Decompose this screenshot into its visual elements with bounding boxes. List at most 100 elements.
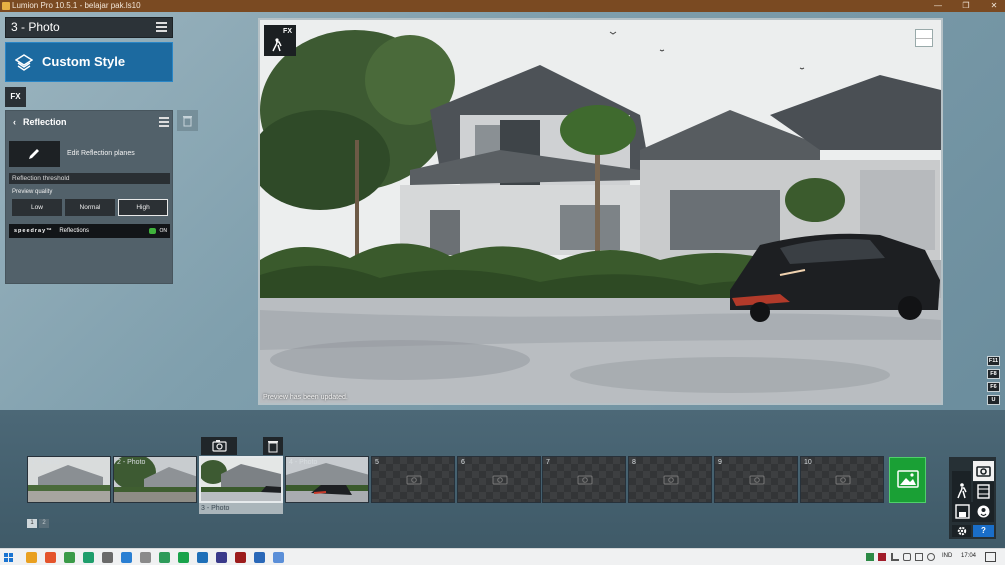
mode-panel: ? bbox=[949, 457, 996, 539]
taskbar-app-icon[interactable] bbox=[178, 552, 189, 563]
camera-icon bbox=[406, 475, 422, 485]
photo-header[interactable]: 3 - Photo bbox=[5, 17, 173, 38]
taskbar-app-icon[interactable] bbox=[159, 552, 170, 563]
scene-render bbox=[260, 20, 941, 403]
fx-badge-label: FX bbox=[283, 28, 292, 35]
settings-button[interactable] bbox=[952, 525, 971, 537]
shortcut-f11[interactable]: F11 bbox=[987, 356, 1000, 366]
slot-number: 9 bbox=[718, 459, 722, 466]
camera-icon bbox=[492, 475, 508, 485]
quality-high-button[interactable]: High bbox=[118, 199, 168, 216]
taskbar-app-icon[interactable] bbox=[140, 552, 151, 563]
taskbar-app-icon[interactable] bbox=[121, 552, 132, 563]
photo-slot-1[interactable]: 1 - Photo bbox=[27, 456, 111, 503]
minimize-button[interactable]: — bbox=[931, 0, 945, 12]
render-preview-viewport[interactable]: FX Preview has been updated. bbox=[258, 18, 943, 405]
tray-app-icon[interactable] bbox=[878, 553, 886, 561]
quality-normal-button[interactable]: Normal bbox=[65, 199, 115, 216]
help-button[interactable]: ? bbox=[973, 525, 994, 537]
windows-start-icon[interactable] bbox=[4, 553, 13, 562]
render-photo-button[interactable] bbox=[889, 457, 926, 503]
taskbar-app-icon[interactable] bbox=[254, 552, 265, 563]
taskbar-app-icon[interactable] bbox=[64, 552, 75, 563]
photo-slot-4[interactable]: 4 - Photo bbox=[285, 456, 369, 503]
quality-low-button[interactable]: Low bbox=[12, 199, 62, 216]
volume-icon[interactable] bbox=[927, 553, 935, 561]
taskbar-app-icon[interactable] bbox=[102, 552, 113, 563]
delete-effect-button[interactable] bbox=[177, 110, 198, 131]
system-clock[interactable]: 17:04 bbox=[961, 553, 976, 559]
fx-button[interactable]: FX bbox=[5, 87, 26, 107]
taskbar-app-icon[interactable] bbox=[216, 552, 227, 563]
input-language[interactable]: IND bbox=[942, 553, 952, 559]
walking-person-icon bbox=[272, 38, 282, 52]
slot-number: 8 bbox=[632, 459, 636, 466]
taskbar-app-icon[interactable] bbox=[45, 552, 56, 563]
photo-slot-2[interactable]: 2 - Photo bbox=[113, 456, 197, 503]
edit-reflection-planes-label: Edit Reflection planes bbox=[67, 150, 135, 157]
viewport-aspect-toggle[interactable] bbox=[915, 29, 933, 47]
fx-badge[interactable]: FX bbox=[264, 25, 296, 56]
photo-slot-10[interactable]: 10 bbox=[800, 456, 884, 503]
slot-number: 5 bbox=[375, 459, 379, 466]
delete-photo-button[interactable] bbox=[263, 437, 283, 455]
page-2-button[interactable]: 2 bbox=[39, 519, 49, 528]
notification-center-icon[interactable] bbox=[985, 552, 996, 562]
movie-mode-button[interactable] bbox=[973, 482, 994, 502]
photo-slot-5[interactable]: 5 bbox=[371, 456, 455, 503]
camera-icon bbox=[577, 475, 593, 485]
close-button[interactable]: ✕ bbox=[987, 0, 1001, 12]
reflection-threshold-slider[interactable]: Reflection threshold bbox=[9, 173, 170, 184]
wifi-icon[interactable] bbox=[915, 553, 923, 561]
hamburger-menu-icon[interactable] bbox=[159, 117, 169, 129]
taskbar-app-icon[interactable] bbox=[197, 552, 208, 563]
reflection-title: Reflection bbox=[23, 117, 67, 127]
shortcut-f6[interactable]: F6 bbox=[987, 382, 1000, 392]
photo-slot-7[interactable]: 7 bbox=[542, 456, 626, 503]
photo-slot-3[interactable] bbox=[199, 456, 283, 503]
taskbar-app-icon[interactable] bbox=[235, 552, 246, 563]
custom-style-label: Custom Style bbox=[42, 54, 126, 69]
chevron-up-icon[interactable] bbox=[891, 553, 899, 561]
take-photo-button[interactable] bbox=[201, 437, 237, 455]
slot-number: 6 bbox=[461, 459, 465, 466]
camera-icon bbox=[663, 475, 679, 485]
shortcut-f8[interactable]: F8 bbox=[987, 369, 1000, 379]
slot-number: 2 - Photo bbox=[117, 459, 146, 466]
save-button[interactable] bbox=[952, 502, 973, 522]
slot-number: 1 - Photo bbox=[31, 459, 60, 466]
chevron-left-icon[interactable]: ‹ bbox=[13, 111, 16, 133]
photo-slot-6[interactable]: 6 bbox=[457, 456, 541, 503]
trash-icon bbox=[268, 441, 278, 453]
photo-mode-button[interactable] bbox=[973, 461, 994, 481]
camera-icon bbox=[835, 475, 851, 485]
pencil-icon bbox=[29, 149, 39, 159]
lumion-app-icon bbox=[2, 2, 10, 10]
slot-number: 10 bbox=[804, 459, 812, 466]
photo-slot-8[interactable]: 8 bbox=[628, 456, 712, 503]
gear-icon bbox=[957, 526, 967, 536]
edit-reflection-planes-button[interactable] bbox=[9, 141, 60, 167]
film-icon bbox=[977, 484, 990, 499]
toggle-on-indicator-icon bbox=[149, 228, 156, 234]
preview-quality-label: Preview quality bbox=[12, 189, 53, 195]
taskbar-app-icon[interactable] bbox=[273, 552, 284, 563]
walking-person-icon bbox=[957, 483, 967, 499]
window-title: Lumion Pro 10.5.1 - belajar pak.ls10 bbox=[12, 1, 141, 10]
hamburger-menu-icon[interactable] bbox=[156, 22, 167, 34]
preview-status-text: Preview has been updated. bbox=[263, 394, 348, 401]
slot-number: 4 - Photo bbox=[289, 459, 318, 466]
taskbar-app-icon[interactable] bbox=[83, 552, 94, 563]
camera-icon bbox=[212, 440, 227, 452]
tray-app-icon[interactable] bbox=[866, 553, 874, 561]
custom-style-button[interactable]: Custom Style bbox=[5, 42, 173, 82]
photo-slot-9[interactable]: 9 bbox=[714, 456, 798, 503]
battery-icon[interactable] bbox=[903, 553, 911, 561]
panorama-mode-button[interactable] bbox=[973, 502, 994, 522]
maximize-button[interactable]: ❐ bbox=[959, 0, 973, 12]
speedray-toggle[interactable]: ON bbox=[149, 227, 167, 235]
page-1-button[interactable]: 1 bbox=[27, 519, 37, 528]
shortcut-u[interactable]: U bbox=[987, 395, 1000, 405]
taskbar-app-icon[interactable] bbox=[26, 552, 37, 563]
speedray-reflections-row: speedray™ Reflections ON bbox=[9, 224, 170, 238]
